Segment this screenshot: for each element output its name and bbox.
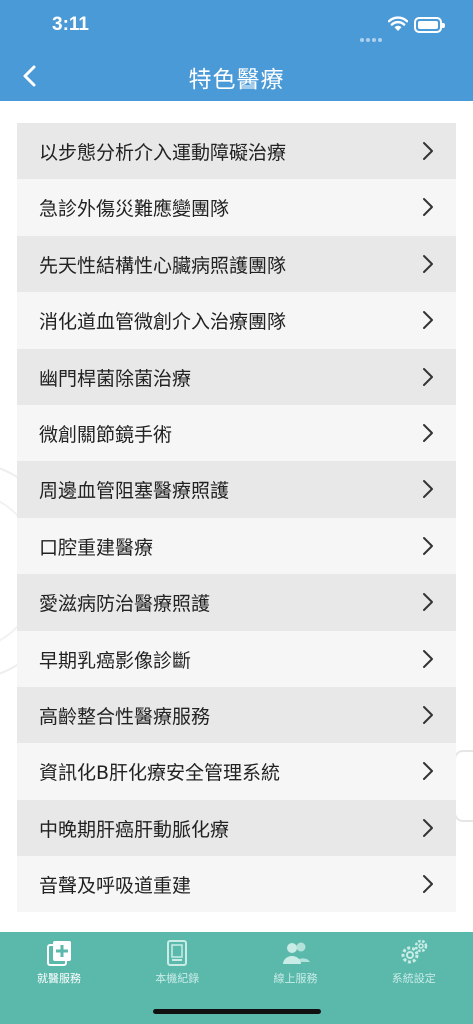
- list-item-label: 音聲及呼吸道重建: [39, 875, 192, 898]
- chevron-right-icon: [423, 593, 433, 612]
- medical-service-icon: [0, 938, 118, 968]
- list-item-label: 愛滋病防治醫療照護: [39, 593, 211, 616]
- list-item[interactable]: 音聲及呼吸道重建: [17, 856, 456, 913]
- chevron-right-icon: [423, 423, 433, 442]
- list-item-label: 早期乳癌影像診斷: [39, 649, 192, 672]
- chevron-right-icon: [423, 480, 433, 499]
- tab-label: 就醫服務: [37, 972, 81, 985]
- tab-online-service[interactable]: 線上服務: [237, 938, 355, 998]
- online-service-icon: [237, 938, 355, 968]
- list-item-label: 資訊化B肝化療安全管理系統: [39, 762, 281, 785]
- list-item[interactable]: 早期乳癌影像診斷: [17, 630, 456, 687]
- page-title: 特色醫療: [188, 67, 285, 93]
- chevron-right-icon: [423, 142, 433, 160]
- list-item-label: 周邊血管阻塞醫療照護: [39, 480, 230, 503]
- tab-local-records[interactable]: 本機紀錄: [118, 938, 236, 998]
- chevron-right-icon: [423, 705, 433, 724]
- feature-list: 以步態分析介入運動障礙治療 急診外傷災難應變團隊先天性結構性心臟病照護團隊 消化道血…: [17, 123, 456, 913]
- settings-icon: [355, 938, 473, 968]
- battery-icon: [414, 17, 445, 33]
- tab-system-settings[interactable]: 系統設定: [355, 938, 473, 998]
- list-item[interactable]: 資訊化B肝化療安全管理系統: [17, 743, 456, 800]
- list-item-label: 微創關節鏡手術: [39, 423, 173, 446]
- list-item[interactable]: 先天性結構性心臟病照護團隊: [17, 235, 456, 293]
- list-item[interactable]: 愛滋病防治醫療照護: [17, 574, 456, 631]
- list-item-label: 口腔重建醫療: [39, 536, 154, 559]
- list-item[interactable]: 消化道血管微創介入治療團隊: [17, 292, 456, 349]
- chevron-right-icon: [423, 311, 433, 330]
- list-item[interactable]: 急診外傷災難應變團隊: [17, 179, 456, 236]
- list-item-label: 幽門桿菌除菌治療: [39, 367, 192, 390]
- tab-label: 系統設定: [391, 972, 436, 985]
- tab-label: 線上服務: [273, 972, 318, 985]
- chevron-right-icon: [423, 649, 433, 668]
- chevron-right-icon: [423, 762, 433, 781]
- signal-icon: [360, 27, 384, 46]
- status-bar: 3:11: [0, 0, 473, 50]
- chevron-right-icon: [423, 875, 433, 894]
- navigation-bar: 特色醫療: [0, 50, 473, 101]
- chevron-right-icon: [423, 254, 433, 273]
- records-icon: [118, 938, 236, 968]
- list-item-label: 以步態分析介入運動障礙治療: [39, 142, 287, 164]
- chevron-right-icon: [423, 198, 433, 217]
- list-item[interactable]: 口腔重建醫療: [17, 517, 456, 575]
- content-area: 以步態分析介入運動障礙治療 急診外傷災難應變團隊先天性結構性心臟病照護團隊 消化道血…: [0, 101, 473, 932]
- list-item[interactable]: 微創關節鏡手術: [17, 404, 456, 462]
- list-item-label: 高齡整合性醫療服務: [39, 705, 211, 728]
- list-item[interactable]: 幽門桿菌除菌治療: [17, 348, 456, 405]
- list-item[interactable]: 以步態分析介入運動障礙治療: [17, 123, 456, 180]
- chevron-right-icon: [423, 818, 433, 837]
- status-time: 3:11: [52, 14, 89, 35]
- list-item[interactable]: 周邊血管阻塞醫療照護: [17, 461, 456, 518]
- wifi-icon: [388, 16, 408, 31]
- list-item-label: 先天性結構性心臟病照護團隊: [39, 254, 287, 277]
- list-item[interactable]: 中晚期肝癌肝動脈化療: [17, 799, 456, 857]
- tab-label: 本機紀錄: [155, 972, 200, 985]
- tab-medical-service[interactable]: 就醫服務: [0, 938, 118, 998]
- list-item[interactable]: 高齡整合性醫療服務: [17, 686, 456, 744]
- home-indicator: [153, 1009, 321, 1014]
- list-item-label: 急診外傷災難應變團隊: [39, 198, 230, 221]
- list-item-label: 消化道血管微創介入治療團隊: [39, 311, 287, 334]
- list-item-label: 中晚期肝癌肝動脈化療: [39, 818, 230, 841]
- chevron-right-icon: [423, 367, 433, 386]
- chevron-right-icon: [423, 536, 433, 555]
